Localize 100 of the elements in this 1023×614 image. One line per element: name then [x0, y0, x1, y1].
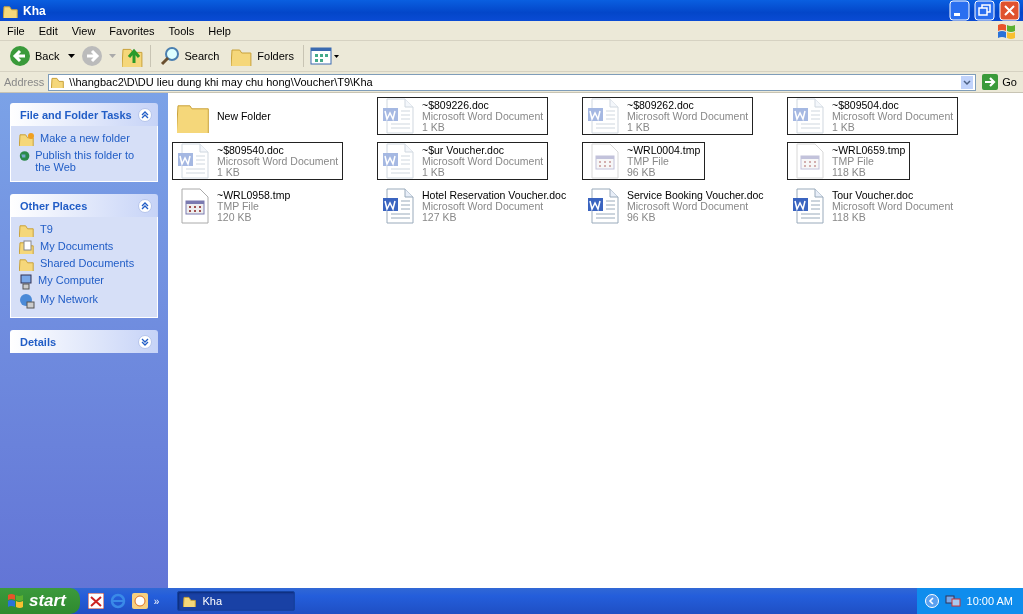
- word-document-icon: [382, 98, 416, 134]
- file-name: ~$809504.doc: [832, 99, 900, 111]
- file-type: Microsoft Word Document: [627, 110, 749, 122]
- folder-item[interactable]: New Folder: [172, 97, 276, 135]
- address-field[interactable]: \\hangbac2\D\DU lieu dung khi may chu hong\Voucher\T9\Kha: [48, 73, 977, 91]
- folder-icon: [3, 3, 19, 18]
- file-type: TMP File: [217, 200, 259, 212]
- file-item[interactable]: Service Booking Voucher.doc Microsoft Word Document 96 KB: [582, 187, 769, 225]
- file-item[interactable]: ~$809504.doc Microsoft Word Document 1 KB: [787, 97, 959, 135]
- flag-logo-icon: [6, 593, 24, 609]
- close-icon[interactable]: [999, 0, 1020, 21]
- minimize-icon[interactable]: [949, 0, 970, 21]
- start-button[interactable]: start: [0, 588, 80, 614]
- word-document-icon: [792, 98, 826, 134]
- task-link[interactable]: T9: [40, 223, 53, 235]
- flag-logo-icon: [995, 21, 1017, 40]
- more-button[interactable]: »: [153, 595, 160, 607]
- views-icon[interactable]: [310, 46, 340, 66]
- file-item[interactable]: ~WRL0958.tmp TMP File 120 KB: [172, 187, 296, 225]
- file-item[interactable]: Hotel Reservation Voucher.doc Microsoft Word Document 127 KB: [377, 187, 572, 225]
- network-computers-icon[interactable]: [944, 594, 961, 608]
- search-button[interactable]: Search: [157, 44, 223, 68]
- file-type: TMP File: [627, 155, 669, 167]
- dropdown-caret-icon: [961, 75, 974, 89]
- file-name: ~$ur Voucher.doc: [422, 144, 506, 156]
- word-document-icon: [382, 143, 416, 179]
- file-type: Microsoft Word Document: [422, 110, 544, 122]
- word-document-icon: [587, 188, 621, 224]
- file-size: 118 KB: [832, 166, 867, 178]
- file-size: 96 KB: [627, 166, 657, 178]
- folder-icon: [51, 76, 66, 88]
- file-size: 1 KB: [832, 121, 856, 133]
- folders-button[interactable]: Folders: [228, 44, 297, 68]
- menu-item[interactable]: Tools: [161, 24, 202, 37]
- file-name: ~$809262.doc: [627, 99, 695, 111]
- task-link[interactable]: Make a new folder: [40, 132, 130, 144]
- file-item[interactable]: ~$809262.doc Microsoft Word Document 1 KB: [582, 97, 754, 135]
- file-size: 1 KB: [217, 166, 241, 178]
- file-type: Microsoft Word Document: [422, 155, 544, 167]
- file-size: 96 KB: [627, 211, 657, 223]
- file-type: Microsoft Word Document: [627, 200, 750, 212]
- file-name: ~$809540.doc: [217, 144, 285, 156]
- file-name: ~WRL0004.tmp: [627, 144, 701, 156]
- file-item[interactable]: ~WRL0659.tmp TMP File 118 KB: [787, 142, 911, 180]
- file-type: TMP File: [832, 155, 874, 167]
- network-globe-icon: [19, 293, 35, 309]
- file-name: ~WRL0659.tmp: [832, 144, 906, 156]
- word-document-icon: [792, 188, 826, 224]
- file-item[interactable]: ~WRL0004.tmp TMP File 96 KB: [582, 142, 706, 180]
- back-button[interactable]: Back: [6, 43, 63, 69]
- file-size: 127 KB: [422, 211, 458, 223]
- restore-icon[interactable]: [974, 0, 995, 21]
- folder-icon: [19, 132, 35, 146]
- file-size: 1 KB: [627, 121, 651, 133]
- folder-icon: [19, 223, 35, 237]
- file-type: Microsoft Word Document: [422, 200, 545, 212]
- menu-item[interactable]: Edit: [31, 24, 65, 37]
- window-title: Kha: [23, 3, 47, 18]
- taskbar-window-button[interactable]: Kha: [177, 591, 296, 611]
- word-document-icon: [177, 143, 211, 179]
- file-name: Tour Voucher.doc: [832, 189, 915, 201]
- task-link[interactable]: My Documents: [40, 240, 114, 252]
- file-size: 120 KB: [217, 211, 253, 223]
- file-size: 1 KB: [422, 121, 446, 133]
- task-link[interactable]: Publish this folder to the Web: [35, 149, 149, 173]
- file-item[interactable]: ~$ur Voucher.doc Microsoft Word Document 1 KB: [377, 142, 549, 180]
- go-button[interactable]: Go: [980, 74, 1019, 90]
- file-name: New Folder: [217, 110, 271, 122]
- menu-item[interactable]: File: [0, 24, 32, 37]
- computer-icon: [19, 274, 33, 290]
- globe-icon: [19, 149, 31, 163]
- panel-header[interactable]: Other Places: [10, 194, 158, 217]
- file-type: Microsoft Word Document: [217, 155, 339, 167]
- menu-item[interactable]: Favorites: [102, 24, 162, 37]
- documents-folder-icon: [19, 240, 35, 254]
- file-item[interactable]: ~$809226.doc Microsoft Word Document 1 KB: [377, 97, 549, 135]
- folder-icon: [183, 595, 198, 607]
- menu-item[interactable]: Help: [201, 24, 238, 37]
- file-type: Microsoft Word Document: [832, 110, 954, 122]
- task-link[interactable]: My Network: [40, 293, 99, 305]
- word-document-icon: [382, 188, 416, 224]
- file-name: Service Booking Voucher.doc: [627, 189, 764, 201]
- chevron-left-icon[interactable]: [924, 594, 939, 608]
- file-item[interactable]: Tour Voucher.doc Microsoft Word Document 118 KB: [787, 187, 959, 225]
- file-item[interactable]: ~$809540.doc Microsoft Word Document 1 KB: [172, 142, 344, 180]
- task-link[interactable]: Shared Documents: [40, 257, 135, 269]
- folder-icon: [231, 46, 254, 66]
- task-link[interactable]: My Computer: [38, 274, 105, 286]
- search-icon: [160, 46, 181, 66]
- panel-header[interactable]: File and Folder Tasks: [10, 103, 158, 126]
- file-type: Microsoft Word Document: [832, 200, 954, 212]
- file-name: ~$809226.doc: [422, 99, 490, 111]
- address-label: Address: [4, 76, 45, 88]
- dropdown-caret-icon[interactable]: [68, 54, 76, 58]
- panel-header[interactable]: Details: [10, 330, 158, 353]
- menu-item[interactable]: View: [64, 24, 103, 37]
- file-size: 1 KB: [422, 166, 446, 178]
- clock: 10:00 AM: [966, 595, 1013, 607]
- file-name: ~WRL0958.tmp: [217, 189, 291, 201]
- file-size: 118 KB: [832, 211, 867, 223]
